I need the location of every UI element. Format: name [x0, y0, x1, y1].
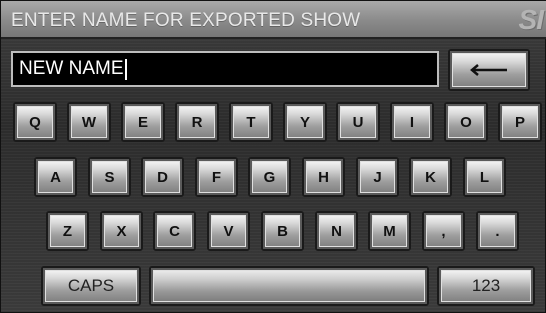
brand-logo: SI	[518, 4, 544, 35]
key-i-label: I	[409, 113, 415, 131]
key-n-label: N	[331, 222, 342, 240]
caps-button-label: CAPS	[67, 276, 115, 295]
key-v-label: V	[223, 222, 234, 240]
backspace-button[interactable]	[448, 49, 530, 91]
title-bar: ENTER NAME FOR EXPORTED SHOW SI	[1, 1, 546, 39]
key-y[interactable]: Y	[283, 102, 327, 142]
key-q[interactable]: Q	[13, 102, 57, 142]
key-g[interactable]: G	[248, 157, 291, 197]
key-t-label: T	[246, 113, 256, 131]
name-input-value: NEW NAME	[19, 58, 124, 79]
page-title: ENTER NAME FOR EXPORTED SHOW	[11, 10, 361, 31]
caps-button[interactable]: CAPS	[41, 266, 141, 306]
key-x-label: X	[116, 222, 127, 240]
key-x[interactable]: X	[100, 211, 143, 251]
key-d-label: D	[157, 168, 168, 186]
key-a[interactable]: A	[34, 157, 77, 197]
key-i[interactable]: I	[390, 102, 434, 142]
key-k[interactable]: K	[409, 157, 452, 197]
key-s[interactable]: S	[88, 157, 131, 197]
key-m[interactable]: M	[368, 211, 411, 251]
key-o-label: O	[460, 113, 472, 131]
key-h-label: H	[318, 168, 329, 186]
key-comma[interactable]: ,	[422, 211, 465, 251]
key-m-label: M	[383, 222, 396, 240]
key-b[interactable]: B	[261, 211, 304, 251]
space-bar[interactable]	[149, 266, 429, 306]
key-f[interactable]: F	[195, 157, 238, 197]
key-f-label: F	[211, 168, 222, 186]
keyboard-screen: ENTER NAME FOR EXPORTED SHOW SI NEW NAME…	[0, 0, 546, 313]
key-p[interactable]: P	[498, 102, 542, 142]
key-s-label: S	[104, 168, 115, 186]
key-p-label: P	[514, 113, 525, 131]
numeric-mode-button[interactable]: 123	[437, 266, 535, 306]
key-u-label: U	[352, 113, 364, 131]
key-w-label: W	[81, 113, 97, 131]
key-l-label: L	[479, 168, 490, 186]
key-r-label: R	[191, 113, 203, 131]
key-period-label: .	[495, 222, 500, 240]
text-cursor	[124, 58, 127, 80]
key-c-label: C	[169, 222, 180, 240]
key-period[interactable]: .	[476, 211, 519, 251]
key-w[interactable]: W	[67, 102, 111, 142]
key-comma-label: ,	[441, 222, 446, 240]
key-j-label: J	[373, 168, 382, 186]
key-e-label: E	[137, 113, 148, 131]
key-k-label: K	[425, 168, 436, 186]
key-d[interactable]: D	[141, 157, 184, 197]
left-arrow-icon	[470, 64, 507, 76]
key-u[interactable]: U	[336, 102, 380, 142]
key-o[interactable]: O	[444, 102, 488, 142]
key-b-label: B	[277, 222, 288, 240]
key-r[interactable]: R	[175, 102, 219, 142]
key-e[interactable]: E	[121, 102, 165, 142]
key-l[interactable]: L	[463, 157, 506, 197]
key-n[interactable]: N	[315, 211, 358, 251]
key-z-label: Z	[62, 222, 73, 240]
key-y-label: Y	[299, 113, 310, 131]
key-z[interactable]: Z	[46, 211, 89, 251]
numeric-mode-label: 123	[471, 276, 501, 295]
key-t[interactable]: T	[229, 102, 273, 142]
name-input[interactable]: NEW NAME	[11, 51, 439, 87]
key-a-label: A	[50, 168, 61, 186]
key-q-label: Q	[29, 113, 41, 131]
key-h[interactable]: H	[302, 157, 345, 197]
key-c[interactable]: C	[153, 211, 196, 251]
key-j[interactable]: J	[356, 157, 399, 197]
key-g-label: G	[263, 168, 276, 186]
key-v[interactable]: V	[207, 211, 250, 251]
